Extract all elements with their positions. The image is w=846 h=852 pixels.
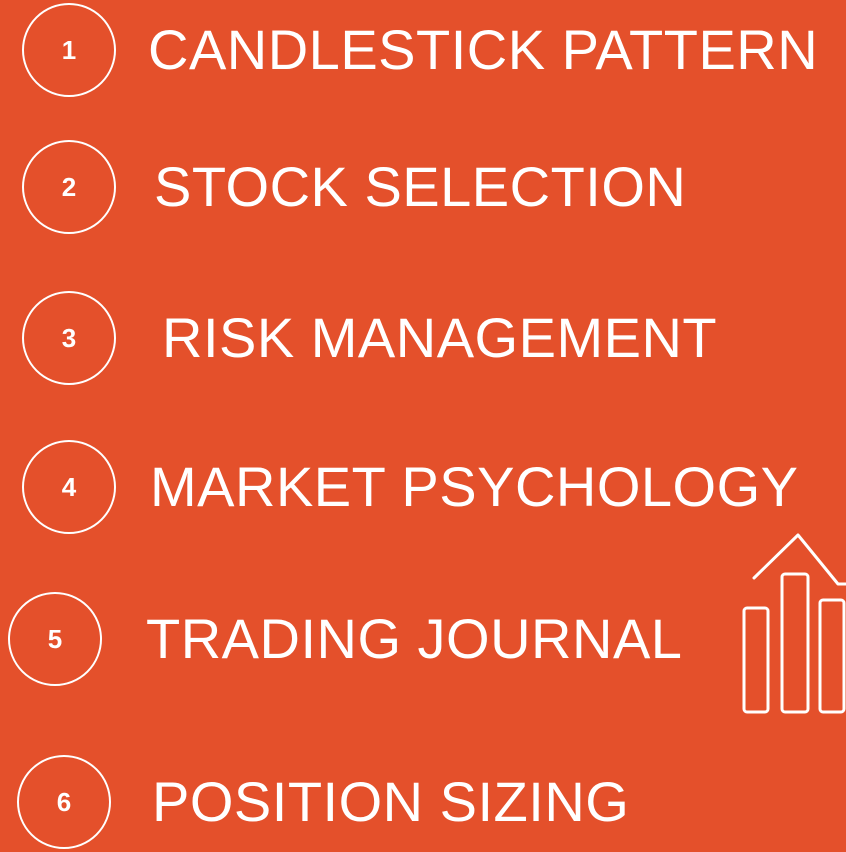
item-label: MARKET PSYCHOLOGY (150, 455, 799, 518)
number-badge: 2 (22, 140, 116, 234)
number-badge: 1 (22, 3, 116, 97)
list-item: 4 MARKET PSYCHOLOGY (22, 437, 799, 537)
list-item: 2 STOCK SELECTION (22, 137, 686, 237)
number-badge: 3 (22, 291, 116, 385)
list-item: 1 CANDLESTICK PATTERN (22, 0, 818, 100)
list-item: 5 TRADING JOURNAL (8, 589, 682, 689)
number-badge: 5 (8, 592, 102, 686)
item-label: STOCK SELECTION (154, 155, 687, 218)
number-badge: 4 (22, 440, 116, 534)
list-item: 6 POSITION SIZING (17, 752, 629, 852)
item-label: CANDLESTICK PATTERN (148, 18, 819, 81)
number-badge: 6 (17, 755, 111, 849)
item-label: TRADING JOURNAL (146, 607, 683, 670)
bar-chart-up-icon (742, 533, 846, 714)
item-label: RISK MANAGEMENT (162, 306, 718, 369)
list-item: 3 RISK MANAGEMENT (22, 288, 717, 388)
item-label: POSITION SIZING (152, 770, 630, 833)
